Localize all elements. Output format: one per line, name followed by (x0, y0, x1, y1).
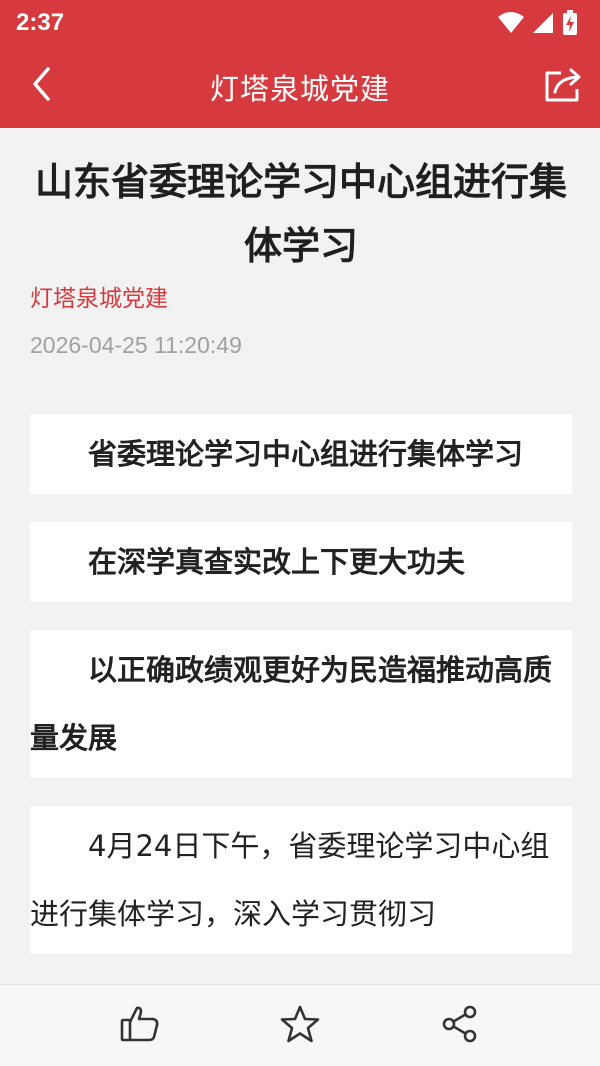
bottom-action-bar (0, 984, 600, 1066)
article-headline-block: 省委理论学习中心组进行集体学习 (30, 414, 572, 494)
article-paragraph-1: 4月24日下午，省委理论学习中心组进行集体学习，深入学习贯彻习 (30, 829, 550, 931)
share-icon (441, 1005, 479, 1047)
battery-charging-icon (562, 10, 578, 36)
article-headline-block: 在深学真查实改上下更大功夫 (30, 522, 572, 602)
article-paragraph-block: 4月24日下午，省委理论学习中心组进行集体学习，深入学习贯彻习 (30, 806, 572, 954)
article-headline-3: 以正确政绩观更好为民造福推动高质量发展 (30, 653, 553, 755)
article-headline-block: 以正确政绩观更好为民造福推动高质量发展 (30, 630, 572, 778)
article-headline-2: 在深学真查实改上下更大功夫 (88, 545, 466, 579)
article-source[interactable]: 灯塔泉城党建 (30, 284, 572, 314)
share-out-icon (544, 67, 582, 107)
wifi-icon (498, 12, 524, 34)
app-bar: 灯塔泉城党建 (0, 46, 600, 128)
article-content[interactable]: 山东省委理论学习中心组进行集体学习 灯塔泉城党建 2026-04-25 11:2… (0, 128, 600, 984)
article-headline-1: 省委理论学习中心组进行集体学习 (88, 437, 524, 471)
share-out-button[interactable] (540, 64, 586, 110)
status-bar: 2:37 (0, 0, 600, 46)
signal-icon (532, 12, 554, 34)
share-button[interactable] (434, 1000, 486, 1052)
status-time: 2:37 (16, 9, 65, 36)
like-icon (120, 1005, 160, 1047)
like-button[interactable] (114, 1000, 166, 1052)
back-button[interactable] (22, 66, 62, 106)
article-body: 省委理论学习中心组进行集体学习 在深学真查实改上下更大功夫 以正确政绩观更好为民… (30, 414, 572, 954)
status-icons (498, 10, 578, 36)
page-title: 灯塔泉城党建 (209, 72, 390, 106)
favorite-star-icon (280, 1005, 320, 1047)
article-datetime: 2026-04-25 11:20:49 (30, 332, 242, 358)
back-arrow-icon (30, 66, 54, 106)
favorite-button[interactable] (274, 1000, 326, 1052)
article-title: 山东省委理论学习中心组进行集体学习 (34, 160, 567, 268)
